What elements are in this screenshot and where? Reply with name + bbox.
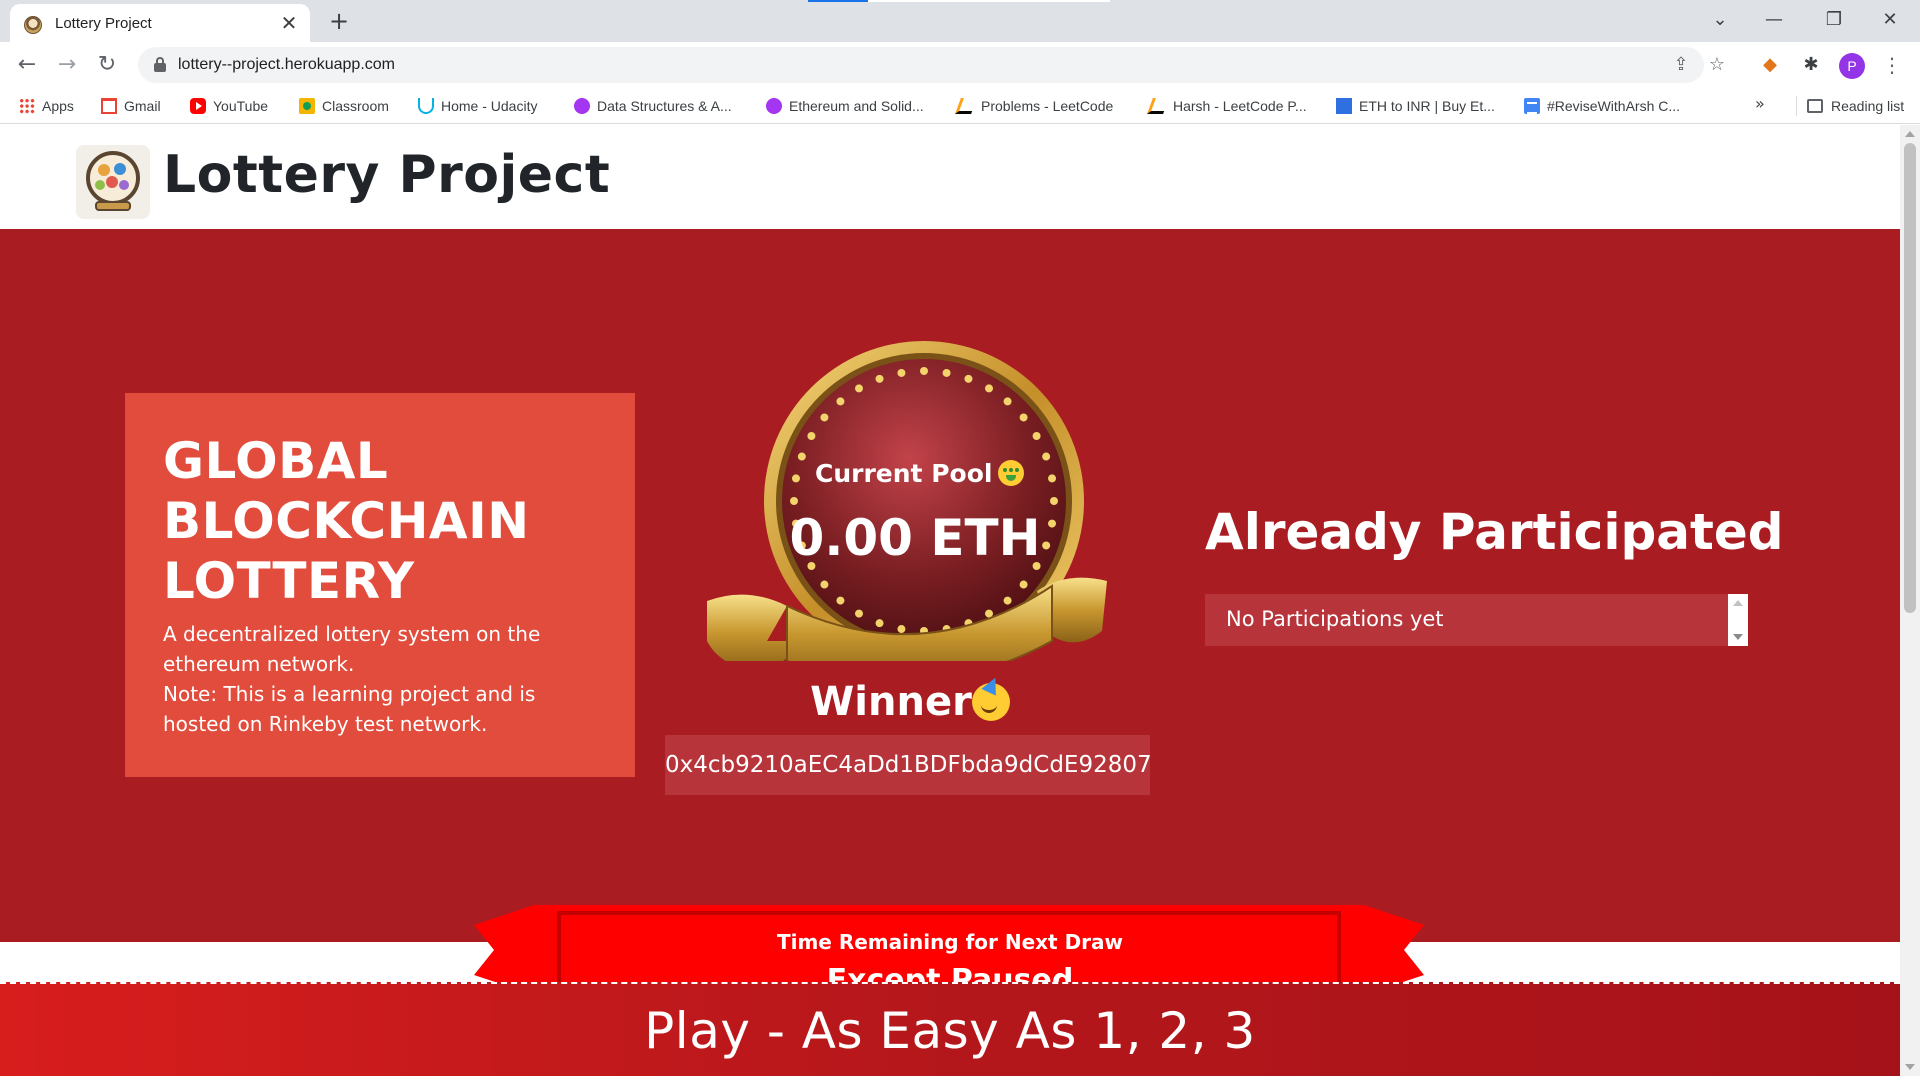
udemy-icon <box>766 98 782 114</box>
maximize-button[interactable]: ❐ <box>1806 2 1862 38</box>
lock-icon[interactable] <box>154 57 166 72</box>
intro-text: A decentralized lottery system on the et… <box>163 619 603 739</box>
bookmark-youtube[interactable]: YouTube <box>190 96 268 116</box>
intro-heading: GLOBAL BLOCKCHAIN LOTTERY <box>163 432 530 610</box>
reading-list-icon <box>1807 99 1823 113</box>
browser-tab-active[interactable]: Lottery Project ✕ <box>10 4 310 42</box>
bookmark-ethereum-solidity[interactable]: Ethereum and Solid... <box>766 96 924 116</box>
browser-toolbar: ← → ↻ lottery--project.herokuapp.com ⇪ ☆… <box>0 42 1920 88</box>
winner-title: Winner <box>790 679 1030 725</box>
extensions-puzzle-icon[interactable]: ✱ <box>1797 51 1825 79</box>
classroom-icon <box>299 98 315 114</box>
metamask-extension-icon[interactable]: ◆ <box>1756 51 1784 79</box>
page-scrollbar[interactable] <box>1900 125 1920 1076</box>
bookmarks-overflow-chevron-icon[interactable]: » <box>1755 94 1765 113</box>
partying-face-icon <box>971 683 1010 721</box>
play-banner: Play - As Easy As 1, 2, 3 <box>0 982 1900 1076</box>
udemy-icon <box>574 98 590 114</box>
gmail-icon <box>101 98 117 114</box>
close-window-button[interactable]: ✕ <box>1862 2 1918 38</box>
address-bar[interactable]: lottery--project.herokuapp.com ⇪ ☆ <box>138 47 1725 83</box>
apps-icon <box>19 98 35 114</box>
reading-list-button[interactable]: Reading list <box>1796 96 1904 116</box>
browser-menu-icon[interactable]: ⋮ <box>1880 51 1904 79</box>
bookmark-eth-to-inr[interactable]: ETH to INR | Buy Et... <box>1336 96 1495 116</box>
forward-button[interactable]: → <box>51 49 83 81</box>
intro-card: GLOBAL BLOCKCHAIN LOTTERY A decentralize… <box>125 393 635 777</box>
tab-title: Lottery Project <box>55 15 152 32</box>
intro-description: A decentralized lottery system on the et… <box>163 622 541 676</box>
bookmark-apps[interactable]: Apps <box>19 96 74 116</box>
bookmark-revise-with-arsh[interactable]: #ReviseWithArsh C... <box>1524 96 1680 116</box>
leetcode-icon <box>1147 98 1169 114</box>
timer-label: Time Remaining for Next Draw <box>776 930 1124 954</box>
participants-empty-text: No Participations yet <box>1226 607 1444 631</box>
participants-scrollbar[interactable] <box>1728 594 1748 646</box>
back-button[interactable]: ← <box>11 49 43 81</box>
pool-medal-graphic <box>707 341 1107 661</box>
scroll-down-arrow-icon[interactable] <box>1905 1064 1915 1070</box>
scrollbar-thumb[interactable] <box>1904 143 1916 613</box>
reload-button[interactable]: ↻ <box>91 49 123 81</box>
bookmark-star-icon[interactable]: ☆ <box>1704 52 1730 78</box>
bookmark-leetcode-problems[interactable]: Problems - LeetCode <box>955 96 1113 116</box>
lottery-favicon-icon <box>24 16 42 34</box>
participants-list[interactable]: No Participations yet <box>1205 594 1748 646</box>
scroll-up-icon[interactable] <box>1733 600 1743 606</box>
minimize-button[interactable]: — <box>1746 2 1802 38</box>
hero-section: GLOBAL BLOCKCHAIN LOTTERY A decentralize… <box>0 229 1900 942</box>
profile-avatar[interactable]: P <box>1839 53 1865 79</box>
eth-exchange-icon <box>1336 98 1352 114</box>
current-pool-value: 0.00 ETH <box>789 509 1041 567</box>
browser-tabstrip: Lottery Project ✕ + ⌄ — ❐ ✕ <box>0 0 1920 42</box>
tab-search-button[interactable]: ⌄ <box>1692 2 1748 38</box>
winner-address: 0x4cb9210aEC4aDd1BDFbda9dCdE92807 <box>665 735 1152 795</box>
share-icon[interactable]: ⇪ <box>1668 52 1694 78</box>
url-text[interactable]: lottery--project.herokuapp.com <box>178 56 395 74</box>
leetcode-icon <box>955 98 977 114</box>
lottery-globe-logo <box>76 145 150 219</box>
youtube-icon <box>190 98 206 114</box>
site-title: Lottery Project <box>163 145 611 205</box>
scroll-up-arrow-icon[interactable] <box>1905 131 1915 137</box>
current-pool-label: Current Pool <box>815 459 1025 488</box>
tab-close-icon[interactable]: ✕ <box>278 12 300 34</box>
already-participated-title: Already Participated <box>1205 503 1784 561</box>
bookmark-leetcode-profile[interactable]: Harsh - LeetCode P... <box>1147 96 1307 116</box>
bookmark-data-structures[interactable]: Data Structures & A... <box>574 96 732 116</box>
web-page: Lottery Project GLOBAL BLOCKCHAIN LOTTER… <box>0 125 1900 1076</box>
site-header: Lottery Project <box>0 125 1900 229</box>
bookmark-udacity[interactable]: Home - Udacity <box>418 96 537 116</box>
google-docs-icon <box>1524 98 1540 114</box>
bookmark-classroom[interactable]: Classroom <box>299 96 389 116</box>
scroll-down-icon[interactable] <box>1733 634 1743 640</box>
loading-progress <box>808 0 1110 2</box>
intro-note: Note: This is a learning project and is … <box>163 682 536 736</box>
play-banner-text: Play - As Easy As 1, 2, 3 <box>644 1002 1256 1060</box>
bookmarks-bar: Apps Gmail YouTube Classroom Home - Udac… <box>0 88 1920 124</box>
new-tab-button[interactable]: + <box>325 7 353 35</box>
bookmark-gmail[interactable]: Gmail <box>101 96 161 116</box>
udacity-icon <box>418 98 434 114</box>
